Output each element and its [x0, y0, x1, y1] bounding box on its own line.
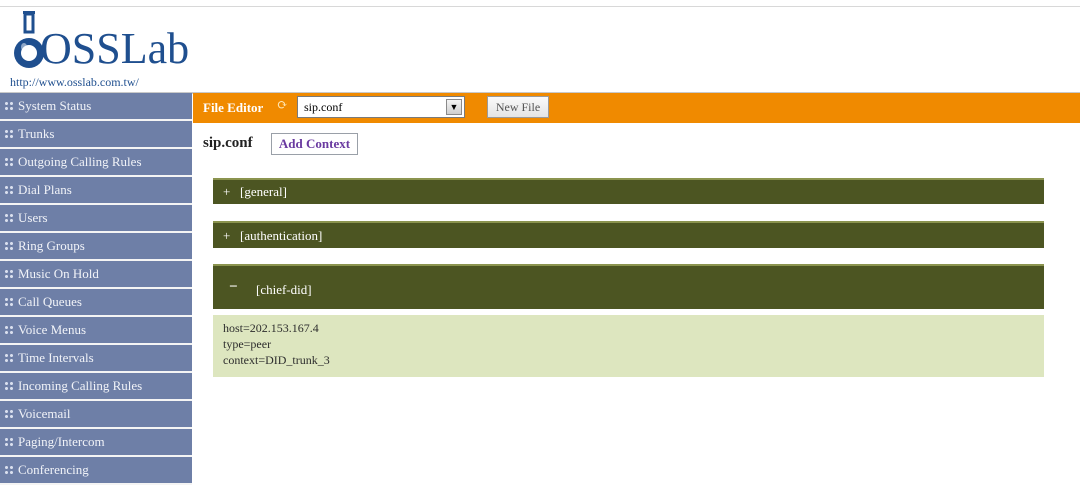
sidebar-item-label: Incoming Calling Rules: [18, 378, 143, 393]
sidebar-item-outgoing-calling-rules[interactable]: Outgoing Calling Rules: [0, 149, 192, 177]
add-context-button[interactable]: Add Context: [271, 133, 358, 155]
config-line: host=202.153.167.4: [223, 321, 319, 335]
sidebar-item-incoming-calling-rules[interactable]: Incoming Calling Rules: [0, 373, 192, 401]
grip-icon: [4, 241, 14, 251]
sidebar-item-time-intervals[interactable]: Time Intervals: [0, 345, 192, 373]
context-bar-chief-did[interactable]: − [chief-did]: [213, 264, 1044, 309]
grip-icon: [4, 325, 14, 335]
config-line: context=DID_trunk_3: [223, 353, 330, 367]
sidebar-item-call-queues[interactable]: Call Queues: [0, 289, 192, 317]
sidebar-item-voice-menus[interactable]: Voice Menus: [0, 317, 192, 345]
expand-icon[interactable]: +: [223, 184, 230, 200]
sidebar-item-label: Trunks: [18, 126, 55, 141]
sidebar-item-label: Outgoing Calling Rules: [18, 154, 142, 169]
grip-icon: [4, 213, 14, 223]
sidebar-item-label: Call Queues: [18, 294, 82, 309]
sidebar-item-trunks[interactable]: Trunks: [0, 121, 192, 149]
grip-icon: [4, 157, 14, 167]
sidebar-item-users[interactable]: Users: [0, 205, 192, 233]
grip-icon: [4, 129, 14, 139]
new-file-button[interactable]: New File: [487, 96, 549, 118]
sidebar-item-voicemail[interactable]: Voicemail: [0, 401, 192, 429]
chevron-down-icon[interactable]: ▼: [446, 99, 462, 115]
sidebar-item-ring-groups[interactable]: Ring Groups: [0, 233, 192, 261]
collapse-icon[interactable]: −: [229, 279, 238, 296]
sidebar-item-dial-plans[interactable]: Dial Plans: [0, 177, 192, 205]
grip-icon: [4, 409, 14, 419]
osslab-logo[interactable]: OSSLab http://www.osslab.com.tw/: [4, 11, 204, 93]
refresh-icon[interactable]: ⟳: [277, 98, 291, 112]
sidebar-item-label: Voice Menus: [18, 322, 87, 337]
context-bar-authentication[interactable]: + [authentication]: [213, 221, 1044, 248]
logo-url[interactable]: http://www.osslab.com.tw/: [10, 75, 139, 90]
header: OSSLab http://www.osslab.com.tw/: [0, 7, 1080, 94]
sidebar-item-music-on-hold[interactable]: Music On Hold: [0, 261, 192, 289]
expand-icon[interactable]: +: [223, 228, 230, 244]
context-name: [general]: [240, 184, 287, 199]
grip-icon: [4, 185, 14, 195]
sidebar-item-label: System Status: [18, 98, 92, 113]
sidebar-item-paging-intercom[interactable]: Paging/Intercom: [0, 429, 192, 457]
file-select-value: sip.conf: [304, 100, 343, 114]
sidebar-nav: System Status Trunks Outgoing Calling Ru…: [0, 93, 192, 485]
grip-icon: [4, 297, 14, 307]
grip-icon: [4, 101, 14, 111]
grip-icon: [4, 269, 14, 279]
sidebar-item-label: Time Intervals: [18, 350, 94, 365]
file-title: sip.conf: [203, 135, 253, 151]
sidebar-item-label: Voicemail: [18, 406, 71, 421]
grip-icon: [4, 465, 14, 475]
sidebar-item-label: Paging/Intercom: [18, 434, 105, 449]
sidebar-item-label: Users: [18, 210, 48, 225]
context-body-chief-did[interactable]: host=202.153.167.4 type=peer context=DID…: [213, 315, 1044, 377]
grip-icon: [4, 353, 14, 363]
file-select[interactable]: sip.conf ▼: [297, 96, 465, 118]
grip-icon: [4, 437, 14, 447]
sidebar-item-system-status[interactable]: System Status: [0, 93, 192, 121]
file-editor-toolbar: File Editor ⟳ sip.conf ▼ New File: [193, 93, 1080, 123]
sidebar-item-label: Ring Groups: [18, 238, 85, 253]
sidebar-item-conferencing[interactable]: Conferencing: [0, 457, 192, 485]
sidebar-item-label: Dial Plans: [18, 182, 72, 197]
grip-icon: [4, 381, 14, 391]
sidebar-item-label: Music On Hold: [18, 266, 99, 281]
toolbar-title: File Editor: [203, 100, 264, 115]
logo-text: OSSLab: [40, 24, 190, 73]
context-name: [chief-did]: [256, 282, 312, 297]
config-line: type=peer: [223, 337, 272, 351]
context-name: [authentication]: [240, 228, 323, 243]
sidebar-item-label: Conferencing: [18, 462, 89, 477]
context-bar-general[interactable]: + [general]: [213, 178, 1044, 204]
